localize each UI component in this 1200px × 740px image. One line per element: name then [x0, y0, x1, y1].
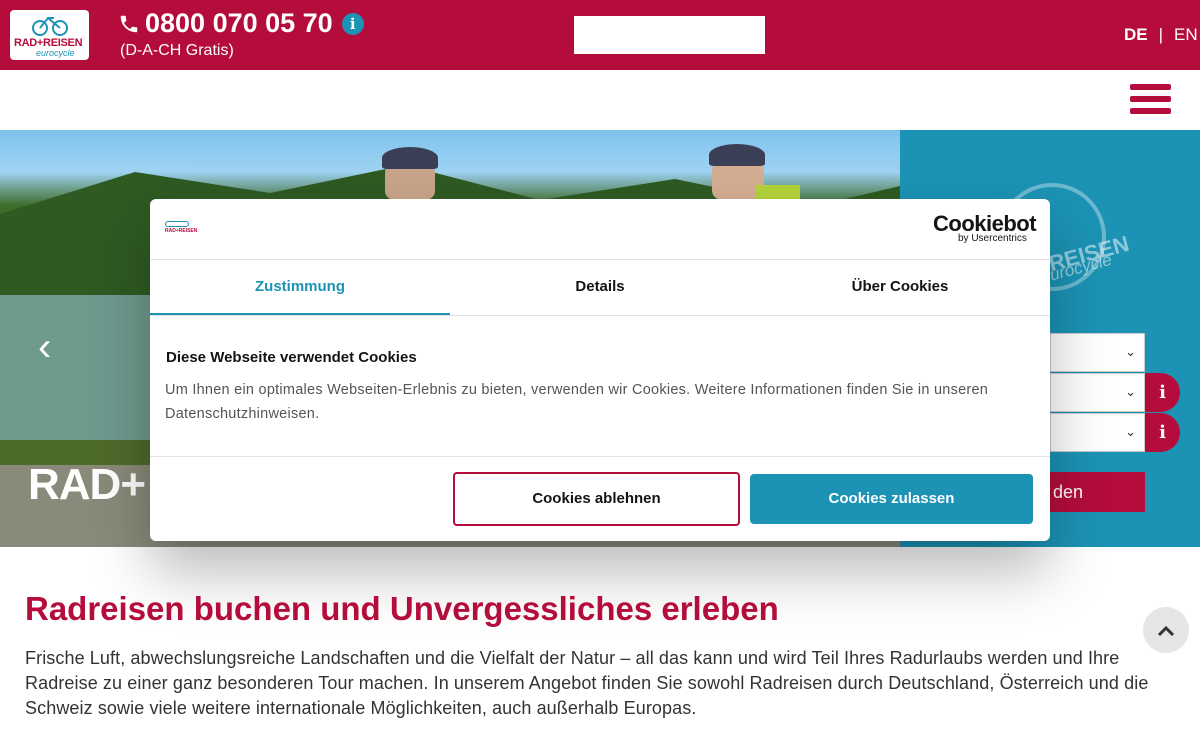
- cookie-consent-dialog: RAD+REISEN Cookiebot by Usercentrics Zus…: [150, 199, 1050, 541]
- chevron-down-icon: ⌄: [1125, 344, 1136, 359]
- page-heading: Radreisen buchen und Unvergessliches erl…: [25, 590, 779, 627]
- phone-number-text: 0800 070 05 70: [145, 8, 333, 38]
- tab-zustimmung[interactable]: Zustimmung: [150, 278, 450, 295]
- tab-details[interactable]: Details: [450, 278, 750, 295]
- dialog-site-logo: RAD+REISEN: [165, 221, 197, 235]
- carousel-prev-arrow-icon[interactable]: ‹: [38, 325, 68, 369]
- scroll-to-top-button[interactable]: [1143, 607, 1189, 653]
- phone-number[interactable]: 0800 070 05 70 i: [118, 8, 364, 39]
- bicycle-logo-icon: [32, 16, 68, 36]
- hamburger-menu-icon[interactable]: [1130, 84, 1171, 116]
- tab-ueber-cookies[interactable]: Über Cookies: [750, 278, 1050, 295]
- nav-bar: [0, 70, 1200, 130]
- logo-subtext: eurocycle: [36, 48, 75, 58]
- trip-select-3[interactable]: ⌄: [1050, 413, 1145, 452]
- cookies-decline-button[interactable]: Cookies ablehnen: [453, 472, 740, 526]
- divider: [150, 456, 1050, 457]
- dialog-logo-text: RAD+REISEN: [165, 228, 198, 234]
- active-tab-indicator: [150, 313, 450, 315]
- hero-title: RAD+: [28, 460, 146, 509]
- chevron-up-icon: [1157, 626, 1175, 637]
- phone-note: (D-A-CH Gratis): [120, 42, 234, 59]
- header-search-box[interactable]: [574, 16, 765, 54]
- language-switcher: DE | EN: [1124, 25, 1198, 45]
- lang-en[interactable]: EN: [1174, 25, 1198, 44]
- divider: [150, 259, 1050, 260]
- intro-paragraph: Frische Luft, abwechslungsreiche Landsch…: [25, 648, 1149, 718]
- cookies-accept-button[interactable]: Cookies zulassen: [750, 474, 1033, 524]
- trip-select-1[interactable]: ⌄: [1050, 333, 1145, 372]
- cookiebot-sub-logo: by Usercentrics: [958, 233, 1027, 244]
- chevron-down-icon: ⌄: [1125, 384, 1136, 399]
- dialog-text: Um Ihnen ein optimales Webseiten-Erlebni…: [165, 382, 989, 422]
- chevron-down-icon: ⌄: [1125, 424, 1136, 439]
- lang-separator: |: [1158, 25, 1164, 44]
- site-logo[interactable]: RAD+REISEN eurocycle: [10, 10, 89, 60]
- phone-icon: [120, 15, 138, 32]
- cyclist-image: [382, 147, 438, 200]
- trip-search-button[interactable]: den: [1050, 472, 1145, 512]
- divider: [150, 315, 1050, 316]
- trip-select-2[interactable]: ⌄: [1050, 373, 1145, 412]
- lang-de[interactable]: DE: [1124, 25, 1148, 44]
- dialog-heading: Diese Webseite verwendet Cookies: [166, 349, 417, 366]
- info-icon[interactable]: i: [341, 12, 364, 35]
